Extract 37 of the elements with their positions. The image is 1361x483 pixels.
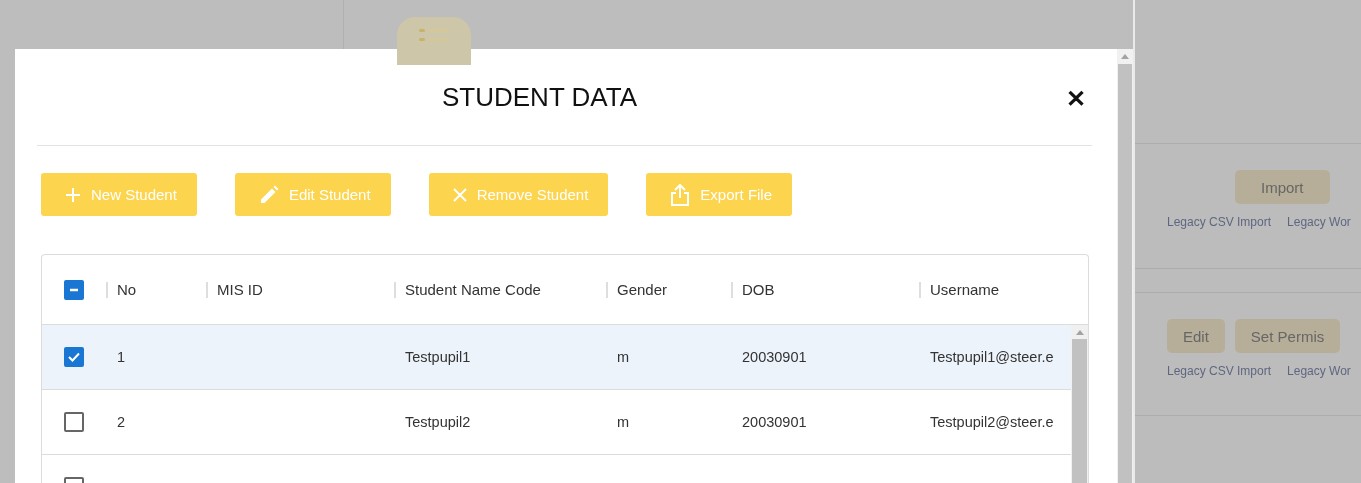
column-header: Gender: [617, 281, 668, 298]
scrollbar[interactable]: [1071, 325, 1088, 483]
background-link[interactable]: Legacy CSV Import: [1167, 215, 1272, 229]
column-header: DOB: [742, 281, 775, 298]
select-all-checkbox[interactable]: [64, 279, 84, 300]
table-cell: Testpupil2: [405, 414, 471, 430]
table-cell: 2: [117, 414, 126, 430]
pencil-icon: [258, 184, 279, 205]
table-cell: Testpupil1: [405, 349, 471, 365]
background-link[interactable]: Legacy CSV Import: [1167, 364, 1272, 378]
column-header: No: [117, 281, 137, 298]
background-link[interactable]: Legacy Wor: [1287, 364, 1351, 378]
row-checkbox[interactable]: [64, 412, 84, 432]
background-button[interactable]: Import: [1235, 170, 1330, 204]
background-button[interactable]: Edit: [1167, 319, 1225, 353]
column-header: Student Name Code: [405, 281, 541, 298]
table-cell: m: [617, 414, 630, 430]
row-checkbox[interactable]: [64, 347, 84, 367]
scrollbar[interactable]: [1117, 49, 1133, 483]
column-header: Username: [930, 281, 1000, 298]
modal-title: STUDENT DATA: [442, 81, 637, 113]
table-cell: Testpupil2@steer.e: [930, 414, 1054, 430]
close-button[interactable]: ✕: [1066, 87, 1086, 111]
list-icon: [397, 17, 471, 65]
table-cell: 1: [117, 349, 126, 365]
table-cell: 20030901: [742, 414, 807, 430]
table-cell: 20030901: [742, 349, 807, 365]
table-row[interactable]: 1 Testpupil1 m 20030901 Testpupil1@steer.e: [42, 325, 1071, 390]
background-button[interactable]: Set Permis: [1234, 319, 1341, 353]
column-header: MIS ID: [217, 281, 263, 298]
share-icon: [670, 183, 691, 206]
background-link[interactable]: Legacy Wor: [1287, 215, 1351, 229]
table-cell: Testpupil1@steer.e: [930, 349, 1054, 365]
table-cell: m: [617, 349, 630, 365]
check-icon: [67, 350, 81, 364]
plus-icon: [65, 186, 81, 203]
close-icon: [452, 187, 467, 202]
